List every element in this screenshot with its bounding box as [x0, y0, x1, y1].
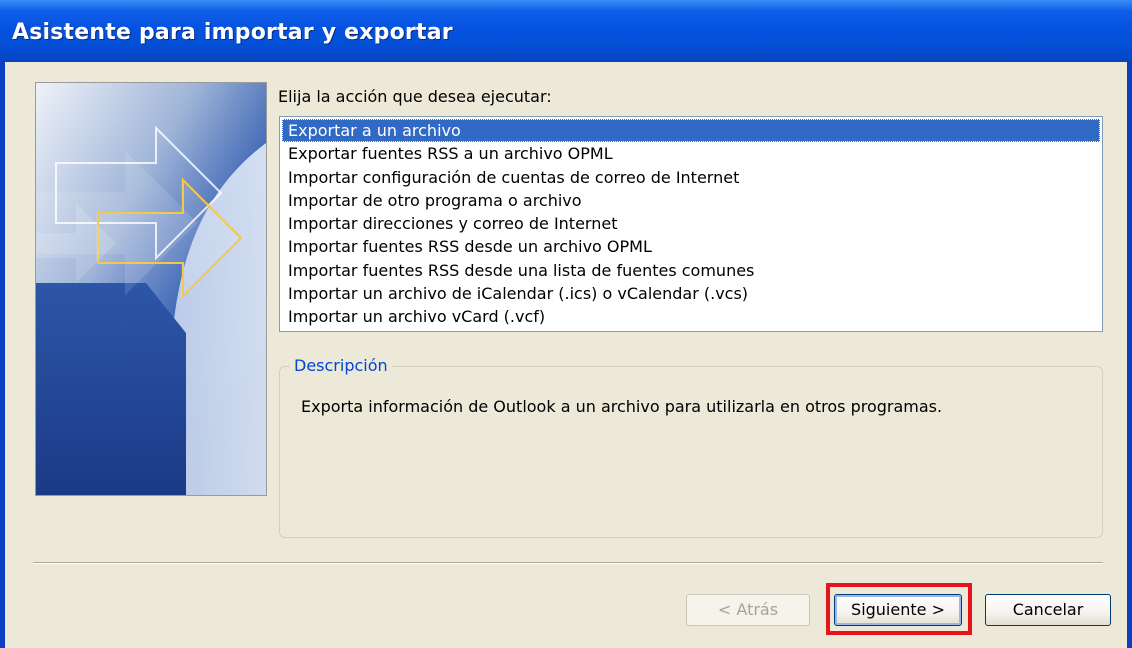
action-list-item[interactable]: Exportar fuentes RSS a un archivo OPML — [282, 142, 1100, 165]
description-text: Exporta información de Outlook a un arch… — [301, 397, 943, 416]
action-list-item[interactable]: Importar configuración de cuentas de cor… — [282, 166, 1100, 189]
button-separator — [33, 562, 1103, 564]
action-list-item[interactable]: Importar un archivo vCard (.vcf) — [282, 305, 1100, 328]
action-list-item[interactable]: Importar fuentes RSS desde una lista de … — [282, 259, 1100, 282]
cancel-button[interactable]: Cancelar — [985, 594, 1111, 626]
dialog-client-area: Elija la acción que desea ejecutar: Expo… — [5, 62, 1127, 648]
action-listbox[interactable]: Exportar a un archivo Exportar fuentes R… — [279, 116, 1103, 332]
action-prompt-label: Elija la acción que desea ejecutar: — [278, 87, 552, 106]
wizard-banner-image — [35, 82, 267, 496]
description-legend: Descripción — [290, 356, 392, 375]
description-groupbox: Descripción Exporta información de Outlo… — [279, 356, 1103, 538]
wizard-window: Asistente para importar y exportar Elija… — [0, 0, 1132, 648]
action-list-item[interactable]: Importar de otro programa o archivo — [282, 189, 1100, 212]
next-button[interactable]: Siguiente > — [834, 594, 962, 626]
action-list-item[interactable]: Exportar a un archivo — [282, 119, 1100, 143]
action-list-item[interactable]: Importar direcciones y correo de Interne… — [282, 212, 1100, 235]
title-bar[interactable]: Asistente para importar y exportar — [0, 0, 1132, 62]
back-button[interactable]: < Atrás — [686, 594, 810, 626]
action-list-item[interactable]: Importar un archivo de iCalendar (.ics) … — [282, 282, 1100, 305]
window-title: Asistente para importar y exportar — [12, 20, 453, 45]
action-list-item[interactable]: Importar fuentes RSS desde un archivo OP… — [282, 235, 1100, 258]
